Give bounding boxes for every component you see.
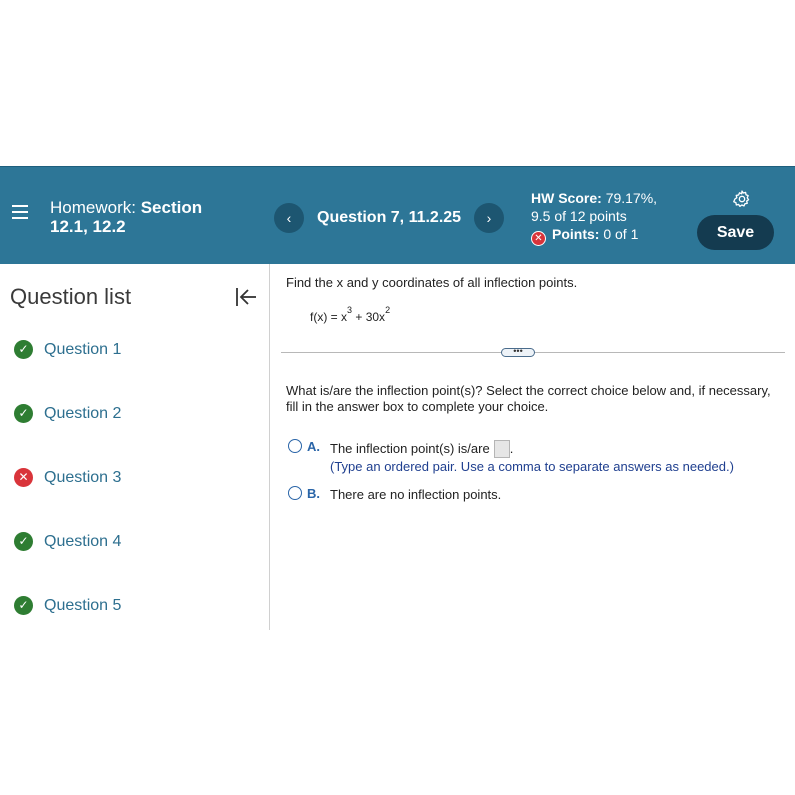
option-a-radio[interactable] (288, 439, 302, 453)
homework-label: Homework: (50, 198, 136, 217)
next-question-button[interactable]: › (474, 203, 504, 233)
question-list-title: Question list (10, 284, 132, 309)
option-a-label: The inflection point(s) is/are (330, 441, 490, 456)
score-label: HW Score: (531, 190, 602, 206)
check-icon: ✓ (14, 404, 33, 423)
x-icon: ✕ (14, 468, 33, 487)
question-item-label: Question 2 (44, 405, 122, 422)
points-label: Points: (552, 226, 600, 242)
function-prefix: f(x) = x (310, 310, 348, 324)
save-button[interactable]: Save (697, 215, 774, 250)
menu-icon[interactable] (12, 205, 28, 221)
question-area: Find the x and y coordinates of all infl… (271, 264, 795, 630)
question-item-label: Question 1 (44, 341, 122, 358)
option-a-hint: (Type an ordered pair. Use a comma to se… (330, 459, 734, 474)
question-item-label: Question 4 (44, 533, 122, 550)
homework-title: Homework: Section 12.1, 12.2 (50, 198, 202, 236)
function-mid: + 30x (352, 310, 386, 324)
exponent-2: 2 (385, 305, 391, 315)
exponent-3: 3 (347, 305, 353, 315)
instructions: What is/are the inflection point(s)? Sel… (286, 383, 771, 414)
option-a-text: The inflection point(s) is/are. (330, 440, 513, 458)
option-a-letter: A. (307, 439, 320, 454)
points-value: 0 of 1 (603, 226, 639, 242)
function-expression: f(x) = x3 + 30x2 (310, 305, 391, 324)
check-icon: ✓ (14, 596, 33, 615)
top-bar: Homework: Section 12.1, 12.2 ‹ Question … (0, 166, 795, 264)
option-b-radio[interactable] (288, 486, 302, 500)
score-value: 79.17%, (605, 190, 658, 206)
previous-question-button[interactable]: ‹ (274, 203, 304, 233)
option-b-letter: B. (307, 486, 320, 501)
answer-input-box[interactable] (493, 440, 510, 458)
check-icon: ✓ (14, 340, 33, 359)
homework-player: Homework: Section 12.1, 12.2 ‹ Question … (0, 166, 795, 630)
collapse-panel-icon[interactable] (234, 286, 258, 308)
incorrect-icon: ✕ (531, 231, 546, 246)
question-item-label: Question 3 (44, 469, 122, 486)
question-list-panel: Question list ✓ Question 1 ✓ Question 2 … (0, 264, 270, 630)
option-a-period: . (509, 441, 514, 456)
option-b-text: There are no inflection points. (330, 487, 502, 502)
settings-gear-icon[interactable] (732, 189, 752, 209)
question-title: Question 7, 11.2.25 (317, 209, 462, 226)
score-panel: HW Score: 79.17%, 9.5 of 12 points ✕ Poin… (531, 189, 657, 246)
question-item-label: Question 5 (44, 597, 122, 614)
question-prompt: Find the x and y coordinates of all infl… (286, 275, 578, 290)
section-line2: 12.1, 12.2 (50, 217, 126, 236)
score-points: 9.5 of 12 points (531, 208, 627, 224)
check-icon: ✓ (14, 532, 33, 551)
expand-dots-button[interactable]: ••• (501, 347, 535, 357)
section-line1: Section (140, 198, 203, 217)
